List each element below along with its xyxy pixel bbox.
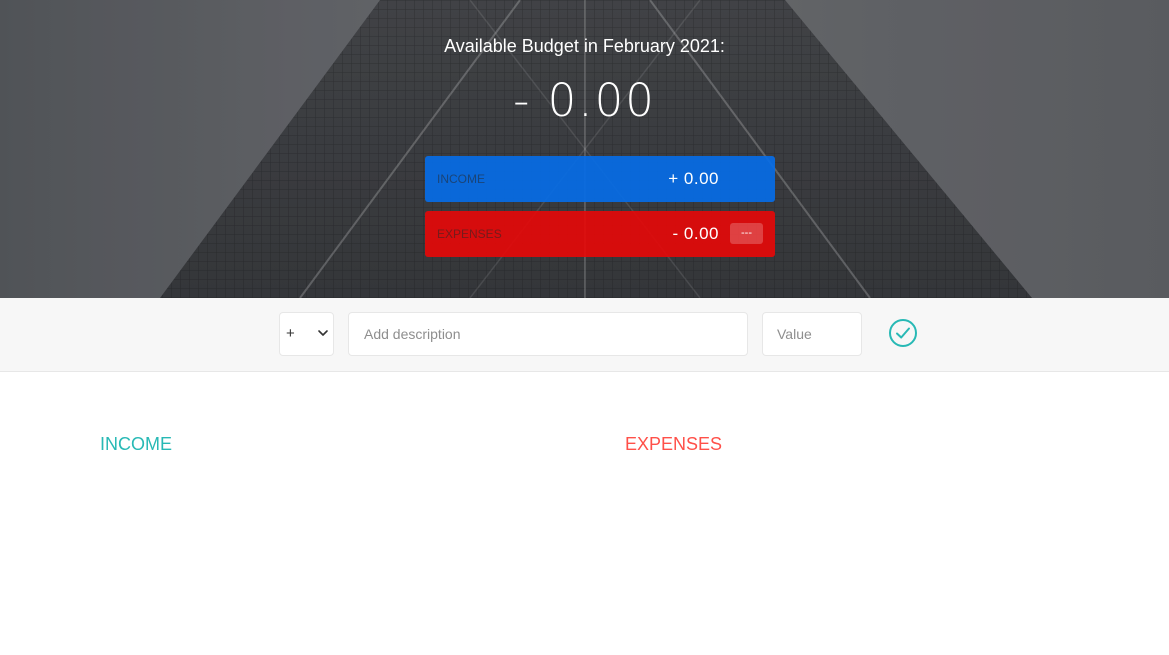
chevron-down-icon — [318, 330, 328, 336]
type-select[interactable]: + — [279, 312, 334, 356]
expenses-summary: Expenses - 0.00 --- — [425, 211, 775, 257]
add-item-bar: + — [0, 298, 1169, 372]
expenses-summary-label: Expenses — [437, 227, 502, 241]
income-summary-value: + 0.00 — [668, 169, 719, 188]
expenses-summary-value: - 0.00 — [672, 224, 719, 243]
expenses-percentage-badge: --- — [730, 223, 763, 244]
budget-value: - 0.00 — [513, 74, 656, 127]
checkmark-circle-icon — [889, 319, 917, 347]
income-list-title: Income — [100, 434, 172, 454]
value-input[interactable] — [762, 312, 862, 356]
budget-title: Available Budget in February 2021: — [444, 36, 725, 56]
type-select-value: + — [286, 325, 295, 342]
description-input[interactable] — [348, 312, 748, 356]
income-summary-label: Income — [437, 172, 485, 186]
add-item-button[interactable] — [887, 317, 919, 349]
budget-header: Available Budget in February 2021: - 0.0… — [0, 0, 1169, 298]
income-summary: Income + 0.00 — [425, 156, 775, 202]
expenses-list-title: Expenses — [625, 434, 723, 454]
